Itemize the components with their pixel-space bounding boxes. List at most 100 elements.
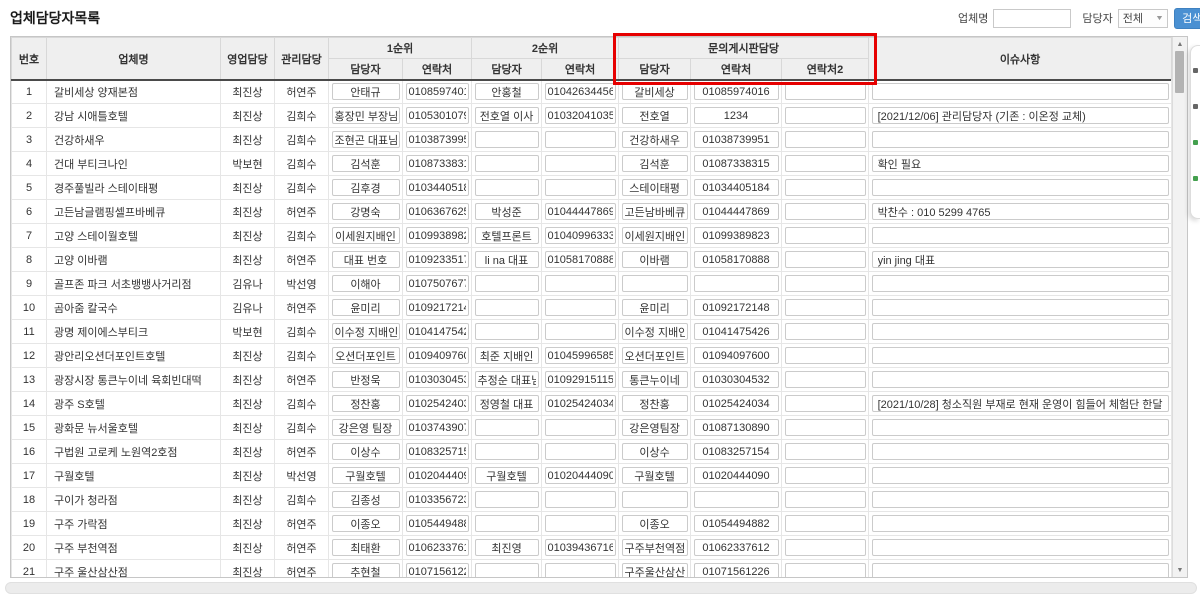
input-rank1-name[interactable] (332, 563, 400, 578)
input-inquiry-phone2[interactable] (785, 395, 866, 412)
input-rank2-name[interactable] (475, 443, 539, 460)
input-issue[interactable] (872, 203, 1169, 220)
input-issue[interactable] (872, 275, 1169, 292)
input-rank1-phone[interactable] (406, 275, 469, 292)
input-inquiry-name[interactable] (622, 203, 688, 220)
input-rank2-phone[interactable] (545, 515, 616, 532)
input-rank1-phone[interactable] (406, 203, 469, 220)
input-rank1-name[interactable] (332, 83, 400, 100)
input-rank2-phone[interactable] (545, 443, 616, 460)
input-rank1-name[interactable] (332, 371, 400, 388)
input-inquiry-phone2[interactable] (785, 563, 866, 578)
input-rank2-name[interactable] (475, 323, 539, 340)
input-rank2-phone[interactable] (545, 107, 616, 124)
scrollbar-thumb[interactable] (1175, 51, 1184, 93)
input-inquiry-phone2[interactable] (785, 467, 866, 484)
input-rank1-phone[interactable] (406, 563, 469, 578)
input-rank1-name[interactable] (332, 179, 400, 196)
input-rank1-phone[interactable] (406, 323, 469, 340)
input-inquiry-phone[interactable] (694, 299, 779, 316)
company-search-input[interactable] (993, 9, 1071, 28)
input-rank1-name[interactable] (332, 515, 400, 532)
input-inquiry-phone2[interactable] (785, 443, 866, 460)
input-rank1-phone[interactable] (406, 491, 469, 508)
input-rank2-phone[interactable] (545, 179, 616, 196)
input-rank2-phone[interactable] (545, 371, 616, 388)
input-rank2-name[interactable] (475, 251, 539, 268)
input-rank1-name[interactable] (332, 491, 400, 508)
input-rank1-name[interactable] (332, 155, 400, 172)
input-rank2-phone[interactable] (545, 155, 616, 172)
input-rank1-name[interactable] (332, 467, 400, 484)
input-rank2-phone[interactable] (545, 467, 616, 484)
input-rank2-name[interactable] (475, 155, 539, 172)
input-inquiry-name[interactable] (622, 347, 688, 364)
input-issue[interactable] (872, 563, 1169, 578)
input-rank2-name[interactable] (475, 419, 539, 436)
input-rank2-phone[interactable] (545, 203, 616, 220)
input-inquiry-phone[interactable] (694, 539, 779, 556)
input-rank2-phone[interactable] (545, 83, 616, 100)
input-rank2-name[interactable] (475, 179, 539, 196)
input-inquiry-name[interactable] (622, 467, 688, 484)
input-inquiry-name[interactable] (622, 107, 688, 124)
input-inquiry-name[interactable] (622, 155, 688, 172)
input-rank1-name[interactable] (332, 227, 400, 244)
input-inquiry-phone[interactable] (694, 371, 779, 388)
input-inquiry-phone2[interactable] (785, 251, 866, 268)
input-rank2-phone[interactable] (545, 419, 616, 436)
input-rank2-phone[interactable] (545, 131, 616, 148)
input-issue[interactable] (872, 251, 1169, 268)
floating-panel-edge[interactable] (1190, 45, 1200, 219)
input-rank2-phone[interactable] (545, 347, 616, 364)
input-issue[interactable] (872, 179, 1169, 196)
input-rank1-name[interactable] (332, 131, 400, 148)
input-rank1-name[interactable] (332, 203, 400, 220)
input-rank2-name[interactable] (475, 491, 539, 508)
input-inquiry-name[interactable] (622, 443, 688, 460)
scroll-down-icon[interactable]: ▼ (1173, 564, 1187, 576)
input-inquiry-phone2[interactable] (785, 275, 866, 292)
input-issue[interactable] (872, 299, 1169, 316)
input-inquiry-phone[interactable] (694, 419, 779, 436)
input-rank2-name[interactable] (475, 227, 539, 244)
input-inquiry-name[interactable] (622, 563, 688, 578)
input-inquiry-phone[interactable] (694, 179, 779, 196)
input-rank1-name[interactable] (332, 443, 400, 460)
input-rank2-name[interactable] (475, 107, 539, 124)
input-rank1-name[interactable] (332, 107, 400, 124)
input-issue[interactable] (872, 443, 1169, 460)
input-issue[interactable] (872, 131, 1169, 148)
input-rank1-name[interactable] (332, 299, 400, 316)
input-rank1-phone[interactable] (406, 395, 469, 412)
input-inquiry-phone2[interactable] (785, 83, 866, 100)
input-rank1-name[interactable] (332, 275, 400, 292)
input-rank1-name[interactable] (332, 395, 400, 412)
input-rank2-name[interactable] (475, 131, 539, 148)
manager-filter-dropdown[interactable]: 전체 ▼ (1118, 9, 1168, 28)
input-inquiry-phone[interactable] (694, 347, 779, 364)
input-inquiry-name[interactable] (622, 179, 688, 196)
input-inquiry-phone[interactable] (694, 83, 779, 100)
vertical-scrollbar[interactable]: ▲ ▼ (1172, 37, 1187, 577)
input-rank1-phone[interactable] (406, 443, 469, 460)
input-rank2-name[interactable] (475, 83, 539, 100)
input-rank1-phone[interactable] (406, 419, 469, 436)
input-inquiry-name[interactable] (622, 131, 688, 148)
input-inquiry-name[interactable] (622, 227, 688, 244)
input-issue[interactable] (872, 155, 1169, 172)
input-rank2-phone[interactable] (545, 299, 616, 316)
input-rank2-name[interactable] (475, 275, 539, 292)
input-inquiry-phone[interactable] (694, 107, 779, 124)
input-issue[interactable] (872, 395, 1169, 412)
input-rank2-phone[interactable] (545, 395, 616, 412)
input-inquiry-name[interactable] (622, 395, 688, 412)
input-inquiry-name[interactable] (622, 515, 688, 532)
input-rank2-name[interactable] (475, 515, 539, 532)
input-inquiry-phone2[interactable] (785, 155, 866, 172)
input-inquiry-phone[interactable] (694, 563, 779, 578)
input-issue[interactable] (872, 107, 1169, 124)
input-inquiry-phone[interactable] (694, 515, 779, 532)
input-inquiry-phone[interactable] (694, 131, 779, 148)
input-issue[interactable] (872, 515, 1169, 532)
